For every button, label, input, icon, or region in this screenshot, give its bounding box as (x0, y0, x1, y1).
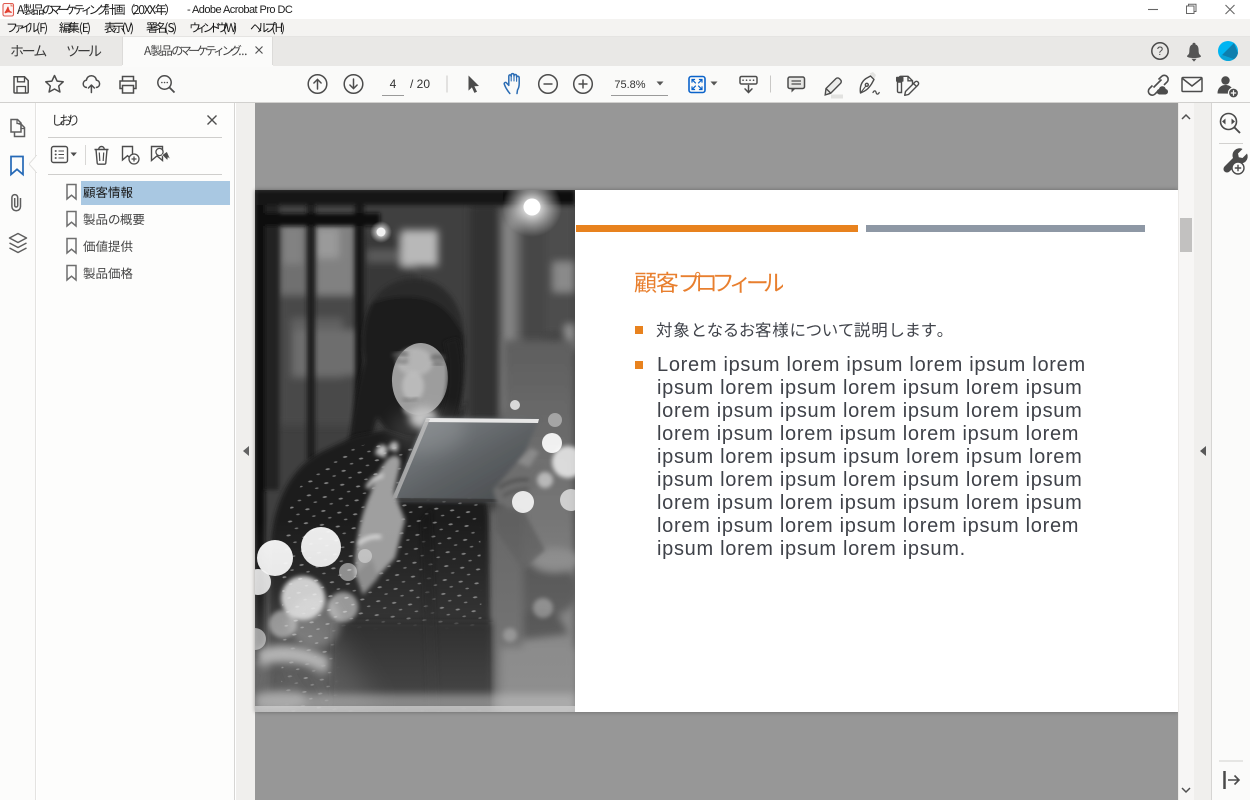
svg-text:75.8%: 75.8% (614, 79, 645, 91)
svg-text:?: ? (1157, 46, 1163, 58)
svg-text:/ 20: / 20 (410, 77, 430, 91)
svg-text:4: 4 (390, 77, 397, 91)
